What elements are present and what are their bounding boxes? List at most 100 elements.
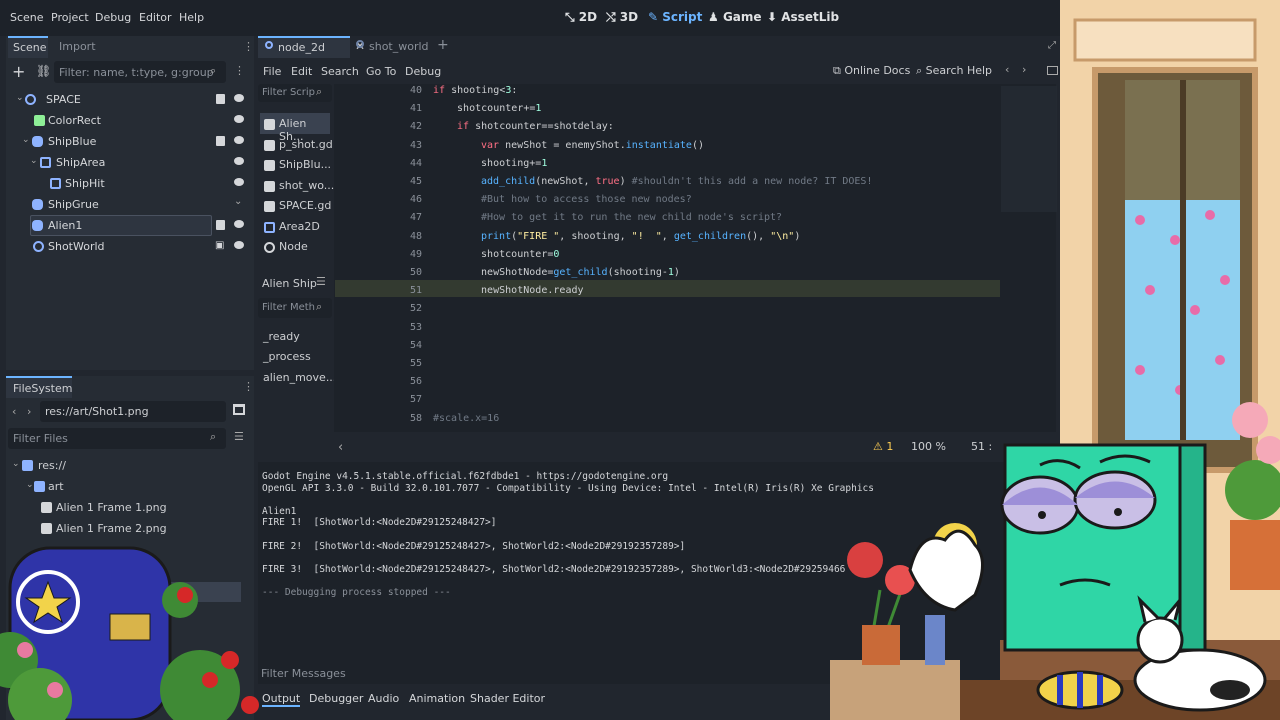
tab-scene[interactable]: Scene	[8, 36, 48, 58]
filesystem-path-field[interactable]: res://art/Shot1.png	[40, 401, 226, 422]
filesystem-filter-input[interactable]: Filter Files ⌕	[8, 428, 226, 449]
script-icon[interactable]	[216, 220, 225, 230]
tree-item-shipblue[interactable]: ⌄ ShipBlue	[8, 131, 248, 152]
tab-import[interactable]: Import	[59, 40, 96, 53]
menu-help[interactable]: Help	[179, 11, 204, 24]
code-line[interactable]: 50 newShotNode=get_child(shooting-1)	[335, 264, 1000, 282]
fs-selected-row[interactable]	[164, 582, 241, 602]
tab-audio[interactable]: Audio	[368, 692, 399, 705]
sort-icon[interactable]: ☰	[234, 430, 244, 443]
methods-filter-input[interactable]: Filter Meth ⌕	[258, 298, 332, 318]
menu-debug[interactable]: Debug	[95, 11, 131, 24]
code-line[interactable]: 45 add_child(newShot, true) #shouldn't th…	[335, 173, 1000, 191]
script-icon[interactable]	[216, 136, 225, 146]
tab-output[interactable]: Output	[262, 692, 301, 707]
tree-item-shotworld[interactable]: ShotWorld ▣	[8, 236, 248, 257]
script-menu-goto[interactable]: Go To	[366, 65, 396, 78]
menu-scene[interactable]: Scene	[10, 11, 44, 24]
tab-node-2d[interactable]: node_2d ✕	[258, 36, 365, 58]
visibility-eye-icon[interactable]	[234, 178, 244, 186]
code-line[interactable]: 58 #scale.x=16	[335, 410, 1000, 428]
scene-filter-input[interactable]: Filter: name, t:type, g:group ⌕	[54, 61, 226, 83]
workspace-game-button[interactable]: ♟ Game	[708, 10, 762, 24]
script-item[interactable]: ShipBlu...	[262, 157, 332, 173]
tree-item-shipgrue[interactable]: ShipGrue ⌄	[8, 194, 248, 215]
tree-item-alien1[interactable]: Alien1	[8, 215, 248, 236]
script-menu-edit[interactable]: Edit	[291, 65, 312, 78]
workspace-script-button[interactable]: ✎ Script	[648, 10, 702, 24]
visibility-eye-icon[interactable]	[234, 220, 244, 228]
method-item[interactable]: alien_move...	[263, 371, 336, 384]
back-arrow-icon[interactable]: ‹	[12, 405, 16, 418]
link-icon[interactable]: ⛓	[36, 64, 51, 78]
chevron-down-icon[interactable]: ⌄	[234, 196, 242, 207]
tree-item-space[interactable]: ⌄ SPACE	[8, 89, 248, 110]
method-item[interactable]: _ready	[263, 330, 300, 343]
script-filter-input[interactable]: Filter Scrip ⌕	[258, 84, 332, 102]
search-help-button[interactable]: ⌕ Search Help	[916, 64, 992, 78]
script-item[interactable]: SPACE.gd	[262, 198, 332, 214]
visibility-eye-icon[interactable]	[234, 94, 244, 102]
workspace-2d-button[interactable]: ⤡ 2D	[565, 10, 597, 25]
tab-debugger[interactable]: Debugger	[309, 692, 363, 705]
visibility-eye-icon[interactable]	[234, 157, 244, 165]
dock-menu-icon[interactable]: ⋮	[243, 380, 254, 393]
script-menu-debug[interactable]: Debug	[405, 65, 441, 78]
code-line[interactable]: 56	[335, 373, 1000, 391]
code-line[interactable]: 47 #How to get it to run the new child no…	[335, 209, 1000, 227]
code-line[interactable]: 54	[335, 337, 1000, 355]
tab-animation[interactable]: Animation	[409, 692, 465, 705]
sort-icon[interactable]: ☰	[316, 275, 326, 288]
collapse-list-icon[interactable]: ‹	[338, 440, 343, 455]
code-line[interactable]: 52	[335, 300, 1000, 318]
workspace-3d-button[interactable]: ⤭ 3D	[606, 10, 638, 25]
code-minimap[interactable]	[1001, 86, 1057, 212]
float-window-icon[interactable]	[1047, 66, 1058, 75]
script-item[interactable]: Area2D	[262, 219, 332, 235]
scene-menu-icon[interactable]: ⋮	[234, 64, 245, 77]
tree-item-shiphit[interactable]: ShipHit	[8, 173, 248, 194]
code-line[interactable]: 57	[335, 391, 1000, 409]
add-tab-icon[interactable]: +	[437, 37, 449, 53]
workspace-assetlib-button[interactable]: ⬇ AssetLib	[767, 10, 839, 24]
code-line[interactable]: 48 print("FIRE ", shooting, "! ", get_chi…	[335, 228, 1000, 246]
output-filter-input[interactable]: Filter Messages	[258, 665, 858, 683]
add-node-icon[interactable]: +	[12, 62, 25, 81]
tab-shot-world[interactable]: shot_world	[356, 36, 436, 58]
fs-item-art[interactable]: ⌄ art	[8, 476, 244, 498]
visibility-eye-icon[interactable]	[234, 115, 244, 123]
script-item[interactable]: Node	[262, 239, 332, 255]
tree-item-shiparea[interactable]: ⌄ ShipArea	[8, 152, 248, 173]
method-item[interactable]: _process	[263, 350, 311, 363]
script-item[interactable]: Alien Sh...	[262, 116, 332, 143]
script-icon[interactable]	[216, 94, 225, 104]
code-line[interactable]: 41 shotcounter+=1	[335, 100, 1000, 118]
code-line[interactable]: 40 if shooting<3:	[335, 82, 1000, 100]
tab-filesystem[interactable]: FileSystem	[6, 376, 72, 398]
code-line[interactable]: 43 var newShot = enemyShot.instantiate()	[335, 137, 1000, 155]
script-menu-file[interactable]: File	[263, 65, 281, 78]
split-view-icon[interactable]	[233, 404, 245, 415]
online-docs-button[interactable]: ⧉ Online Docs	[833, 64, 910, 78]
visibility-eye-icon[interactable]	[234, 136, 244, 144]
menu-editor[interactable]: Editor	[139, 11, 172, 24]
tree-item-colorrect[interactable]: ColorRect	[8, 110, 248, 131]
script-item[interactable]: p_shot.gd	[262, 137, 333, 153]
code-line[interactable]: 51 newShotNode.ready	[335, 282, 1000, 300]
script-menu-search[interactable]: Search	[321, 65, 359, 78]
next-script-icon[interactable]: ›	[1022, 63, 1026, 76]
menu-project[interactable]: Project	[51, 11, 89, 24]
code-line[interactable]: 42 if shotcounter==shotdelay:	[335, 118, 1000, 136]
distraction-free-icon[interactable]: ⤢	[1048, 40, 1056, 51]
warning-icon[interactable]: ⚠ 1	[873, 440, 893, 453]
prev-script-icon[interactable]: ‹	[1005, 63, 1009, 76]
tab-shader-editor[interactable]: Shader Editor	[470, 692, 545, 705]
fs-item-res[interactable]: ⌄ res://	[8, 455, 244, 477]
code-line[interactable]: 49 shotcounter=0	[335, 246, 1000, 264]
scene-instance-icon[interactable]: ▣	[215, 240, 224, 251]
fs-item-alien-frame-1[interactable]: Alien 1 Frame 1.png	[8, 497, 244, 519]
fs-item-alien-frame-2[interactable]: Alien 1 Frame 2.png	[8, 518, 244, 540]
visibility-eye-icon[interactable]	[234, 241, 244, 249]
forward-arrow-icon[interactable]: ›	[27, 405, 31, 418]
dock-menu-icon[interactable]: ⋮	[243, 40, 254, 53]
